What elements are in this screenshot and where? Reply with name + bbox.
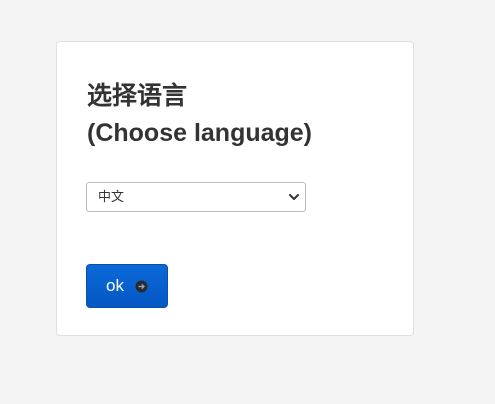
language-dialog: 选择语言 (Choose language) 中文 ok <box>56 41 414 336</box>
arrow-circle-icon <box>135 280 148 293</box>
title-chinese: 选择语言 <box>87 82 188 110</box>
ok-button-label: ok <box>106 276 124 295</box>
title-english: (Choose language) <box>87 119 313 147</box>
ok-button[interactable]: ok <box>86 264 168 308</box>
dialog-title: 选择语言 (Choose language) <box>87 78 312 152</box>
language-select[interactable]: 中文 <box>86 182 306 212</box>
chevron-down-icon <box>289 194 299 200</box>
selected-language: 中文 <box>98 189 125 204</box>
